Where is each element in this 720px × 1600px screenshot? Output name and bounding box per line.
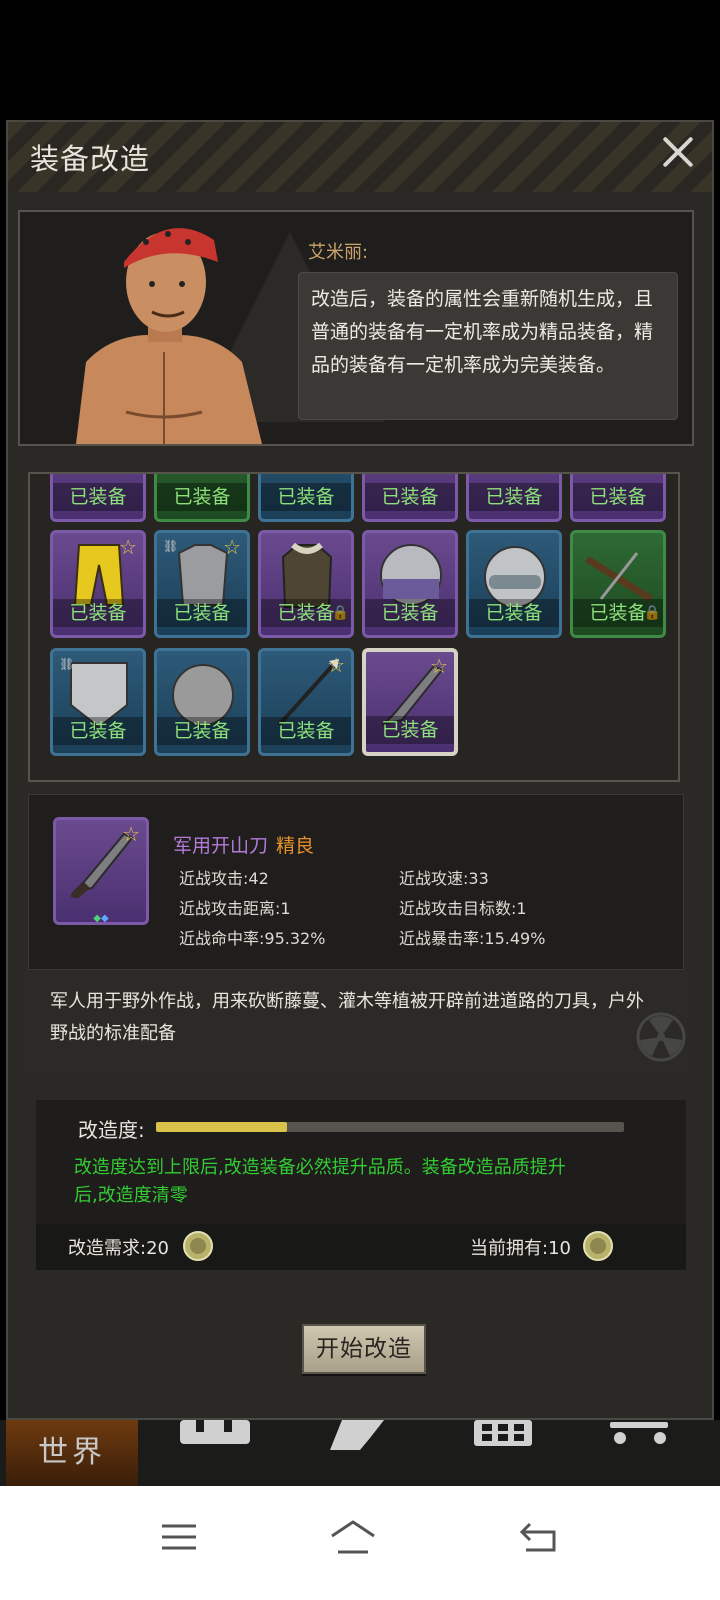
build-tab-icon[interactable] — [468, 1420, 548, 1450]
equipped-label: 已装备 — [573, 483, 663, 511]
bottom-tab-bar: 世界 — [0, 1420, 720, 1486]
star-icon: ☆ — [122, 822, 140, 846]
equipped-label: 已装备 — [365, 599, 455, 627]
item-name-text: 军用开山刀 — [173, 835, 269, 857]
start-modify-button[interactable]: 开始改造 — [302, 1324, 426, 1374]
star-icon: ☆ — [119, 535, 137, 559]
modify-panel: 装备改造 艾米丽: 改造后，装备的属性会重新随机生成，且普通的装备有一定机率成为… — [6, 120, 714, 1420]
equipment-slot-partial[interactable]: 已装备 — [362, 474, 458, 522]
equipment-slot[interactable]: 已装备 — [466, 530, 562, 638]
equipment-slot[interactable]: ⛓ 已装备 — [50, 648, 146, 756]
equipment-slot-partial[interactable]: 已装备 — [570, 474, 666, 522]
coin-icon — [583, 1231, 613, 1261]
gem-slots: ◆◆ — [93, 913, 109, 924]
equipped-label: 已装备 — [261, 717, 351, 745]
equipped-label: 已装备 — [469, 599, 559, 627]
progress-bar-fill — [156, 1122, 288, 1132]
npc-dialog-text: 改造后，装备的属性会重新随机生成，且普通的装备有一定机率成为精品装备，精品的装备… — [298, 272, 678, 420]
equipment-slot[interactable]: ☆ 已装备 — [258, 648, 354, 756]
equipment-slot-partial[interactable]: 已装备 — [154, 474, 250, 522]
stat-melee-hit: 近战命中率:95.32% — [179, 929, 326, 948]
stat-melee-crit: 近战暴击率:15.49% — [399, 929, 546, 948]
stat-melee-targets: 近战攻击目标数:1 — [399, 899, 527, 918]
owned-text: 当前拥有:10 — [470, 1238, 571, 1259]
close-icon[interactable] — [656, 130, 700, 174]
equipment-slot[interactable]: 已装备 — [154, 648, 250, 756]
equipped-label: 已装备 — [157, 717, 247, 745]
stat-melee-speed: 近战攻速:33 — [399, 869, 489, 888]
item-description: 军人用于野外作战，用来砍断藤蔓、灌木等植被开辟前进道路的刀具，户外野战的标准配备 — [20, 972, 690, 1076]
equipped-label: 已装备 — [157, 599, 247, 627]
selected-item-icon: ☆ ◆◆ — [53, 817, 149, 925]
chain-link-icon: ⛓ — [59, 657, 75, 671]
equipment-grid[interactable]: 已装备 已装备 已装备 已装备 已装备 已装备 ☆ 已装备 ☆ ⛓ 已装备 🔒 已装备 已装备 已装备 🔒 已装… — [28, 472, 680, 782]
character-tab-icon[interactable] — [320, 1420, 400, 1450]
star-icon: ☆ — [327, 653, 345, 677]
stat-melee-range: 近战攻击距离:1 — [179, 899, 291, 918]
npc-speaker-name: 艾米丽: — [308, 242, 369, 263]
item-quality: 精良 — [276, 835, 315, 857]
system-nav-bar — [0, 1486, 720, 1600]
equipped-label: 已装备 — [157, 483, 247, 511]
equipment-slot[interactable]: 🔒 已装备 — [570, 530, 666, 638]
requirement-row: 改造需求:20 当前拥有:10 — [36, 1224, 686, 1270]
item-description-text: 军人用于野外作战，用来砍断藤蔓、灌木等植被开辟前进道路的刀具，户外野战的标准配备 — [50, 991, 644, 1044]
equipped-label: 已装备 — [573, 599, 663, 627]
radiation-icon — [636, 1012, 686, 1062]
item-name: 军用开山刀 精良 — [173, 831, 314, 858]
progress-label: 改造度: — [78, 1118, 145, 1142]
equipment-slot[interactable]: ☆ 已装备 — [50, 530, 146, 638]
equipped-label: 已装备 — [53, 599, 143, 627]
chain-link-icon: ⛓ — [163, 539, 179, 553]
equipment-slot[interactable]: ☆ 已装备 — [362, 648, 458, 756]
menu-icon[interactable] — [154, 1512, 204, 1562]
tab-world[interactable]: 世界 — [6, 1420, 138, 1486]
equipment-slot-partial[interactable]: 已装备 — [258, 474, 354, 522]
requirement-text: 改造需求:20 — [68, 1238, 169, 1259]
coin-icon — [183, 1231, 213, 1261]
progress-note: 改造度达到上限后,改造装备必然提升品质。装备改造品质提升后,改造度清零 — [74, 1157, 566, 1206]
equipped-label: 已装备 — [261, 599, 351, 627]
star-icon: ☆ — [223, 535, 241, 559]
equipment-slot[interactable]: ☆ ⛓ 已装备 — [154, 530, 250, 638]
panel-title: 装备改造 — [30, 142, 151, 176]
home-icon[interactable] — [328, 1512, 378, 1562]
equipped-label: 已装备 — [366, 716, 454, 744]
npc-dialog-box: 艾米丽: 改造后，装备的属性会重新随机生成，且普通的装备有一定机率成为精品装备，… — [18, 210, 694, 446]
vehicle-tab-icon[interactable] — [604, 1420, 684, 1450]
equipment-slot-partial[interactable]: 已装备 — [50, 474, 146, 522]
equipment-slot[interactable]: 已装备 — [362, 530, 458, 638]
equipment-slot-partial[interactable]: 已装备 — [466, 474, 562, 522]
equipped-label: 已装备 — [261, 483, 351, 511]
progress-bar — [156, 1122, 624, 1132]
equipped-label: 已装备 — [469, 483, 559, 511]
npc-portrait — [76, 228, 262, 444]
star-icon: ☆ — [430, 654, 448, 678]
stat-melee-attack: 近战攻击:42 — [179, 869, 269, 888]
equipped-label: 已装备 — [53, 717, 143, 745]
backpack-tab-icon[interactable] — [176, 1420, 256, 1450]
equipped-label: 已装备 — [365, 483, 455, 511]
item-detail: ☆ ◆◆ 军用开山刀 精良 近战攻击:42 近战攻速:33 近战攻击距离:1 近战… — [28, 794, 684, 970]
equipment-slot[interactable]: 🔒 已装备 — [258, 530, 354, 638]
equipped-label: 已装备 — [53, 483, 143, 511]
back-icon[interactable] — [514, 1512, 564, 1562]
